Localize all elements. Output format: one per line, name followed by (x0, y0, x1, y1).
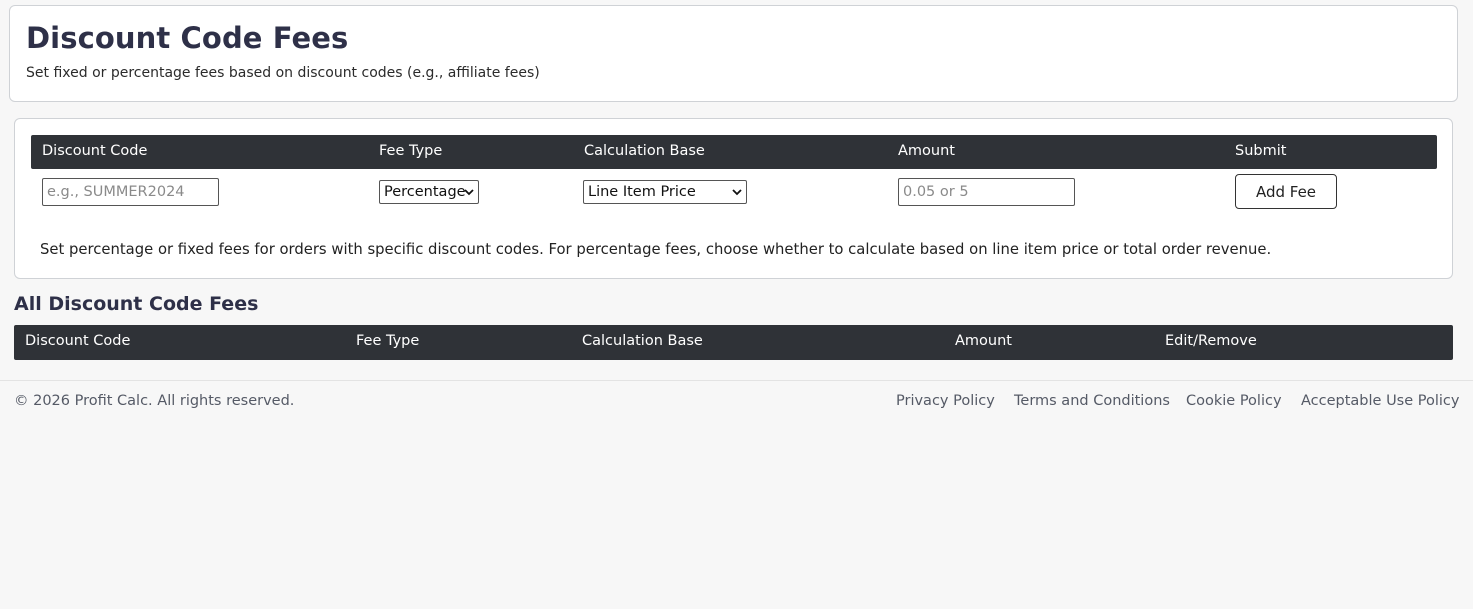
form-header-discount-code: Discount Code (42, 143, 148, 159)
form-header-row: Discount Code Fee Type Calculation Base … (31, 135, 1437, 169)
footer-copyright: © 2026 Profit Calc. All rights reserved. (14, 393, 295, 409)
table-header-calculation-base: Calculation Base (582, 333, 703, 349)
discount-code-input[interactable] (42, 178, 219, 206)
chevron-down-icon (464, 189, 474, 196)
form-header-amount: Amount (898, 143, 955, 159)
form-help-text: Set percentage or fixed fees for orders … (40, 241, 1272, 258)
footer-link-acceptable-use-policy[interactable]: Acceptable Use Policy (1301, 393, 1459, 409)
add-fee-form: Discount Code Fee Type Calculation Base … (14, 118, 1453, 279)
fees-list-title: All Discount Code Fees (14, 293, 259, 315)
form-header-calculation-base: Calculation Base (584, 143, 705, 159)
page-header-card: Discount Code Fees Set fixed or percenta… (9, 5, 1458, 102)
page-subtitle: Set fixed or percentage fees based on di… (26, 65, 540, 81)
footer-link-cookie-policy[interactable]: Cookie Policy (1186, 393, 1282, 409)
chevron-down-icon (732, 189, 742, 196)
fee-type-select[interactable]: Percentage (379, 180, 479, 204)
amount-input[interactable] (898, 178, 1075, 206)
footer-link-terms-and-conditions[interactable]: Terms and Conditions (1014, 393, 1170, 409)
add-fee-button[interactable]: Add Fee (1235, 174, 1337, 209)
table-header-edit-remove: Edit/Remove (1165, 333, 1257, 349)
fee-type-selected-value: Percentage (384, 184, 466, 200)
page-title: Discount Code Fees (26, 21, 349, 55)
table-header-fee-type: Fee Type (356, 333, 420, 349)
form-header-submit: Submit (1235, 143, 1287, 159)
calculation-base-selected-value: Line Item Price (588, 184, 696, 200)
form-header-fee-type: Fee Type (379, 143, 443, 159)
footer-link-privacy-policy[interactable]: Privacy Policy (896, 393, 995, 409)
footer-divider (0, 380, 1473, 381)
table-header-discount-code: Discount Code (25, 333, 131, 349)
fees-table-header: Discount Code Fee Type Calculation Base … (14, 325, 1453, 360)
calculation-base-select[interactable]: Line Item Price (583, 180, 747, 204)
table-header-amount: Amount (955, 333, 1012, 349)
